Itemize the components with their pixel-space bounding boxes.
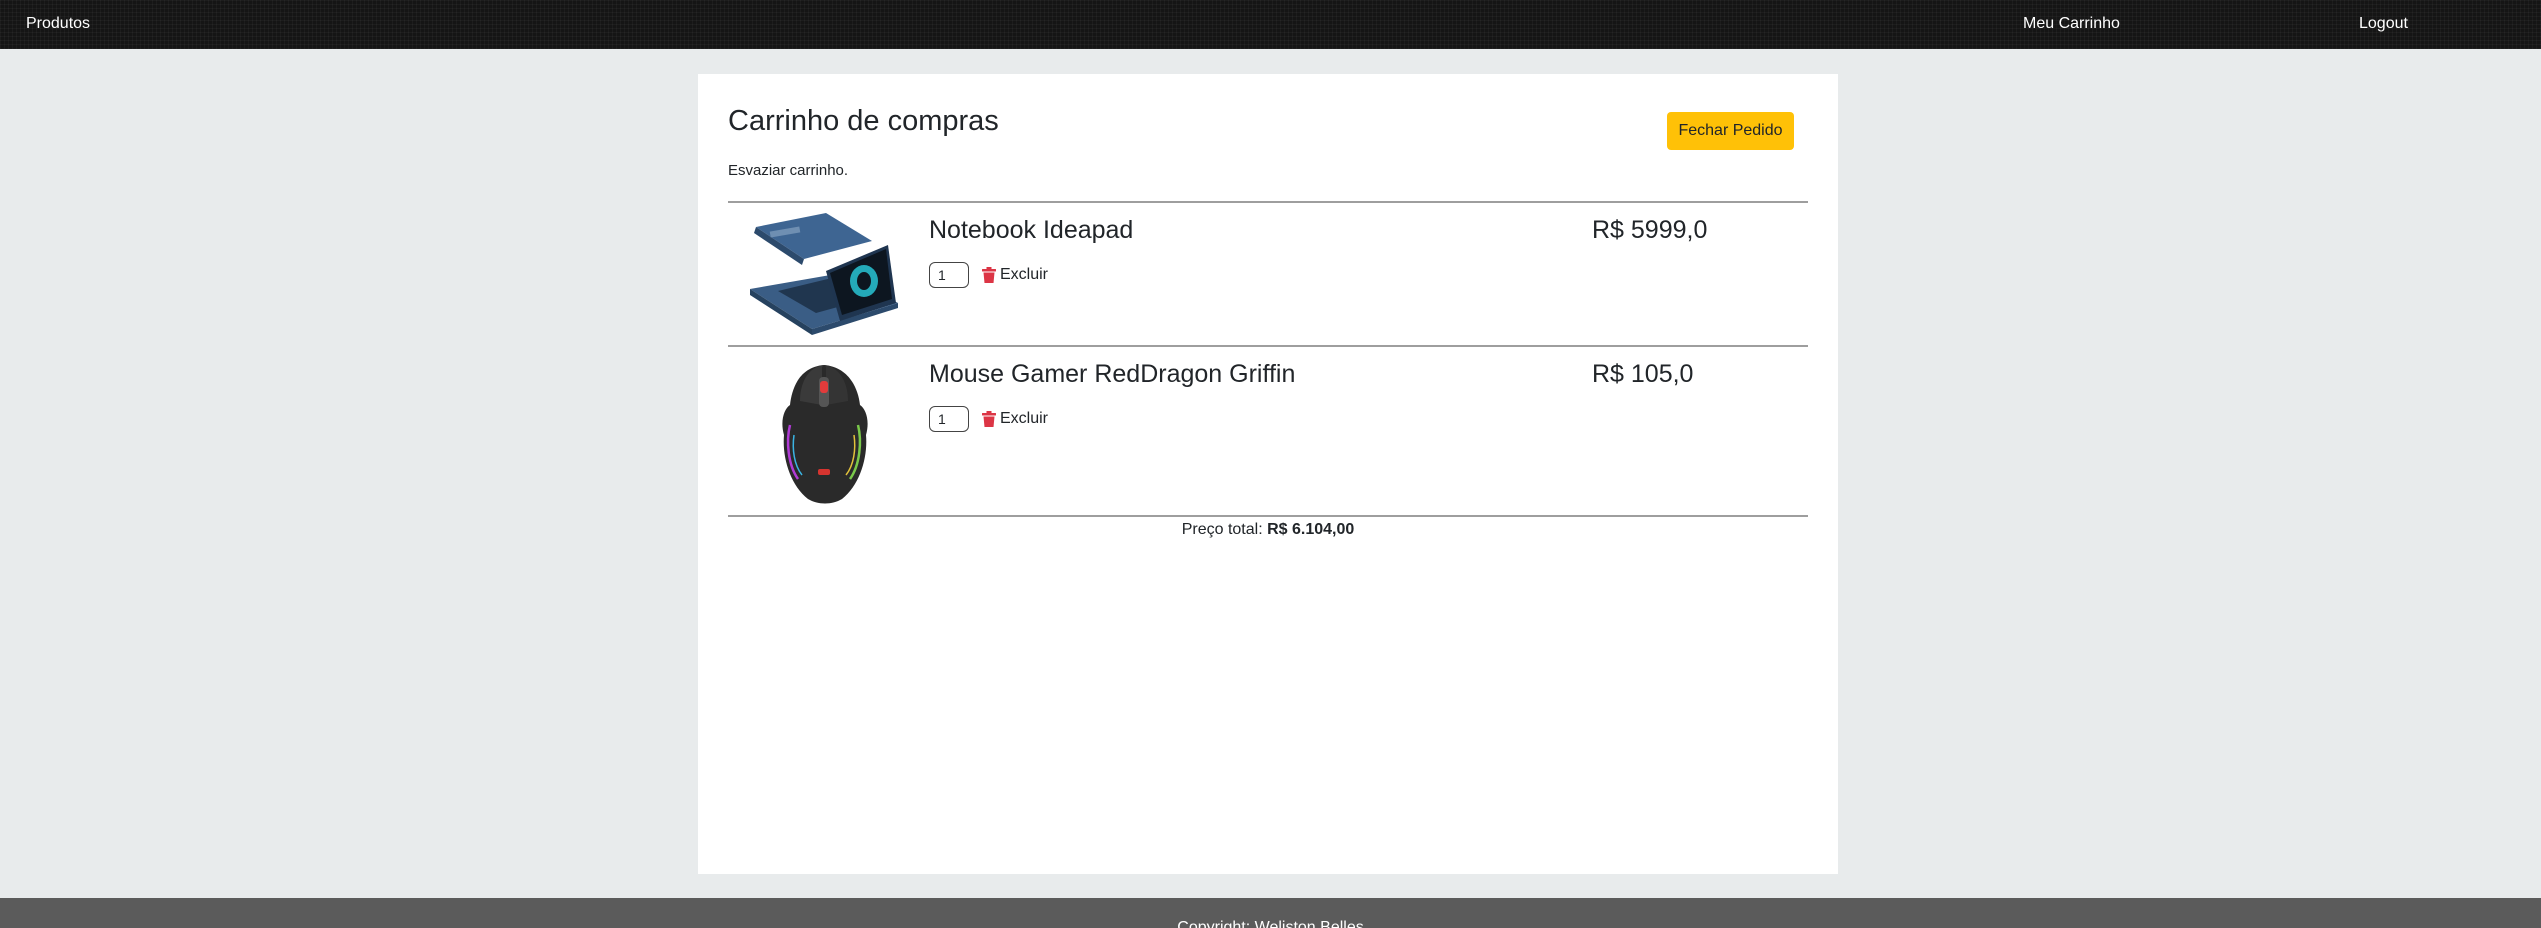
nav-link-produtos[interactable]: Produtos bbox=[26, 15, 90, 33]
total-value: R$ 6.104,00 bbox=[1267, 521, 1355, 538]
remove-label: Excluir bbox=[1000, 410, 1049, 427]
trash-icon bbox=[982, 411, 996, 427]
footer: Copyright: Weliston Belles bbox=[0, 898, 2541, 928]
page-title: Carrinho de compras bbox=[728, 105, 999, 137]
mouse-product-image bbox=[782, 365, 868, 504]
remove-label: Excluir bbox=[1000, 266, 1049, 283]
cart-item: Mouse Gamer RedDragon Griffin R$ 105,0 E… bbox=[728, 347, 1808, 515]
nav-link-meu-carrinho[interactable]: Meu Carrinho bbox=[2023, 15, 2120, 33]
close-order-button[interactable]: Fechar Pedido bbox=[1667, 112, 1794, 150]
nav-link-logout[interactable]: Logout bbox=[2359, 15, 2408, 33]
trash-icon bbox=[982, 267, 996, 283]
copyright-text: Copyright: Weliston Belles bbox=[1177, 919, 1364, 928]
quantity-input[interactable] bbox=[929, 406, 969, 432]
product-price: R$ 105,0 bbox=[1592, 360, 1694, 388]
empty-cart-link[interactable]: Esvaziar carrinho. bbox=[728, 162, 848, 180]
total-price: Preço total: R$ 6.104,00 bbox=[698, 520, 1838, 540]
remove-item-button[interactable]: Excluir bbox=[982, 265, 1048, 285]
top-navbar: Produtos Meu Carrinho Logout bbox=[0, 0, 2541, 49]
product-name: Notebook Ideapad bbox=[929, 216, 1134, 244]
cart-card: Carrinho de compras Fechar Pedido Esvazi… bbox=[698, 74, 1838, 874]
product-name: Mouse Gamer RedDragon Griffin bbox=[929, 360, 1296, 388]
cart-item: Notebook Ideapad R$ 5999,0 Excluir bbox=[728, 203, 1808, 345]
remove-item-button[interactable]: Excluir bbox=[982, 409, 1048, 429]
notebook-product-image bbox=[750, 213, 898, 335]
product-price: R$ 5999,0 bbox=[1592, 216, 1708, 244]
divider bbox=[728, 515, 1808, 517]
quantity-input[interactable] bbox=[929, 262, 969, 288]
total-label: Preço total: bbox=[1181, 521, 1263, 538]
